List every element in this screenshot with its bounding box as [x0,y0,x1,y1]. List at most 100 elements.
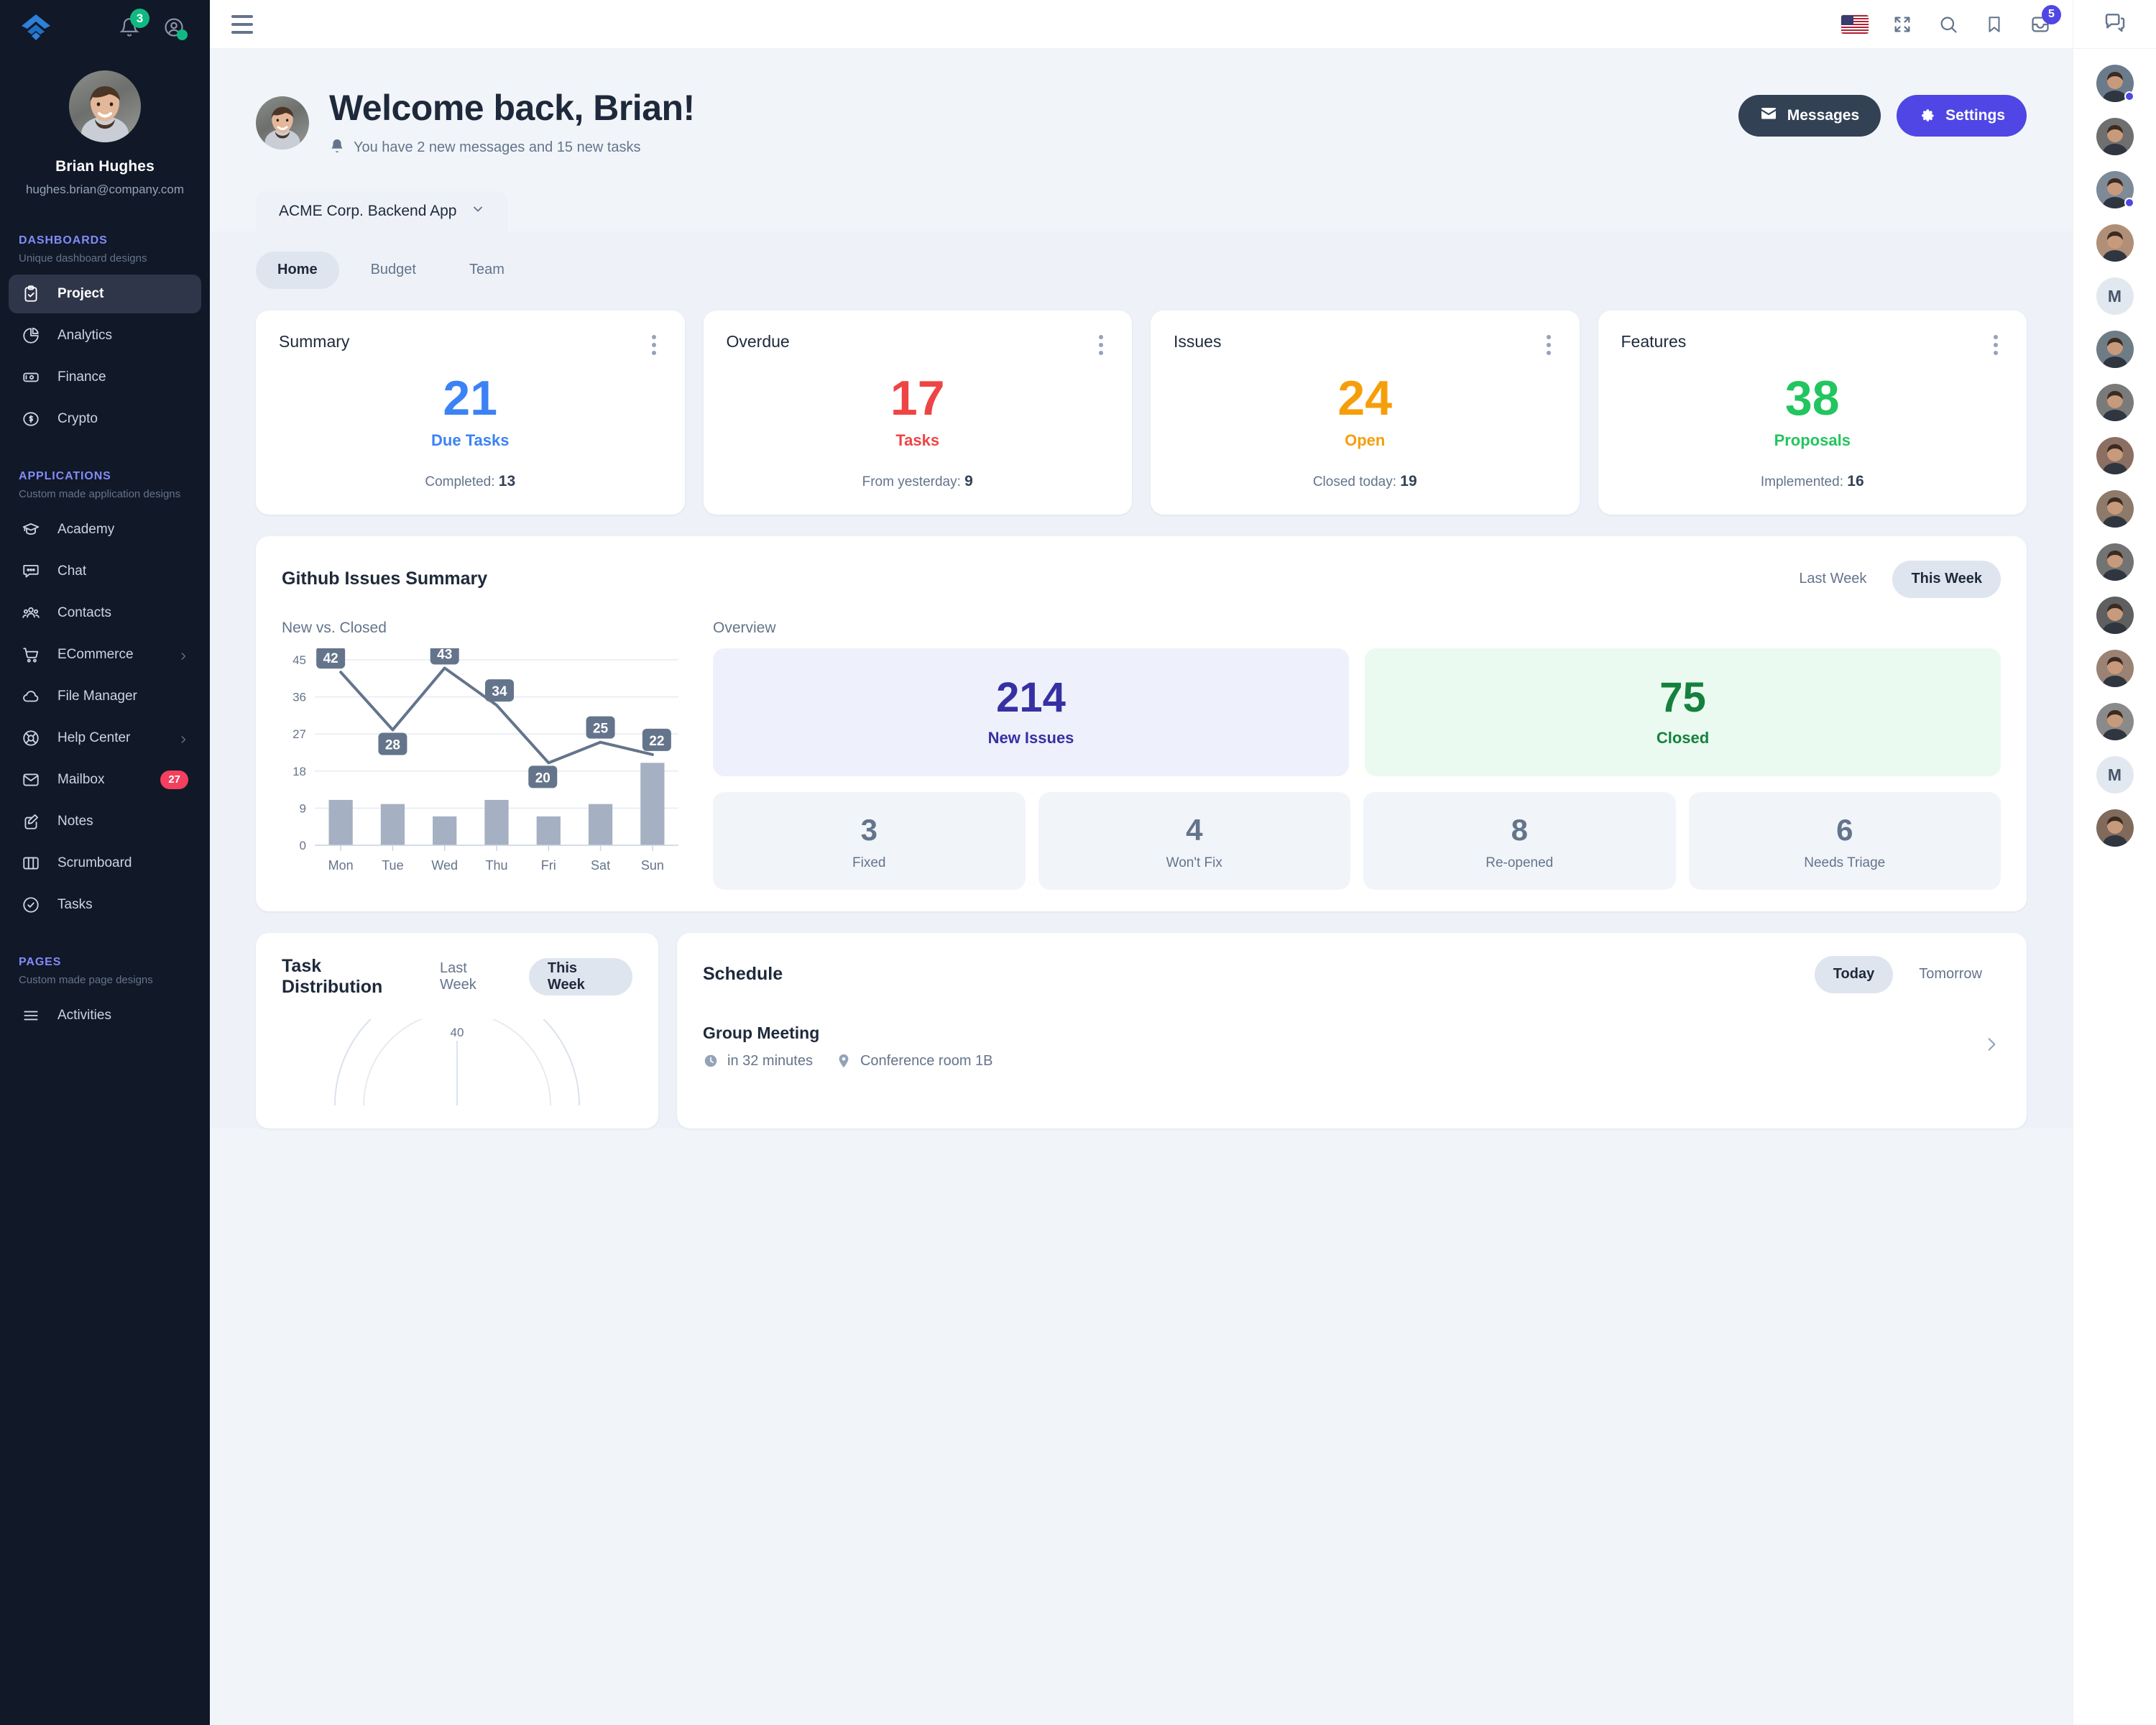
task-distribution-range-toggle: Last Week This Week [421,957,632,995]
contact-avatar[interactable] [2096,331,2134,368]
sidebar-item-activities[interactable]: Activities [9,996,201,1035]
contacts-list: M M [2096,49,2134,847]
account-button[interactable] [160,13,188,42]
avatar [2096,809,2134,847]
sidebar-item-file-manager[interactable]: File Manager [9,677,201,716]
contact-avatar[interactable] [2096,597,2134,634]
sidebar-item-notes[interactable]: Notes [9,802,201,841]
chevron-right-icon [178,733,188,743]
stat-card: Issues 24 Open Closed today: 19 [1151,310,1580,515]
project-selector[interactable]: ACME Corp. Backend App [256,190,509,231]
contact-avatar[interactable] [2096,543,2134,581]
cloud-icon [22,687,40,706]
graduation-cap-icon [22,520,40,539]
github-range-last-week[interactable]: Last Week [1780,561,1885,598]
sidebar-section-subtitle: Custom made page designs [19,974,153,986]
stat-card-menu-button[interactable] [1988,332,2004,358]
sidebar-item-contacts[interactable]: Contacts [9,594,201,632]
inbox-icon[interactable]: 5 [2028,4,2061,37]
settings-button-label: Settings [1945,107,2005,124]
bottom-row: Task Distribution Last Week This Week 40 [210,911,2073,1128]
avatar [2096,490,2134,528]
sidebar-item-tasks[interactable]: Tasks [9,886,201,924]
us-flag-icon[interactable] [1841,14,1869,34]
schedule-range-today[interactable]: Today [1814,955,1894,993]
github-range-this-week[interactable]: This Week [1892,560,2001,598]
sidebar-item-badge: 27 [160,770,188,789]
sidebar-section-title: PAGES [19,956,62,968]
contact-avatar[interactable] [2096,384,2134,421]
svg-text:36: 36 [292,690,306,704]
contact-avatar[interactable] [2096,118,2134,155]
chevron-down-icon [471,202,485,221]
sidebar-item-project[interactable]: Project [9,275,201,313]
schedule-title: Schedule [703,964,783,984]
sidebar-item-finance[interactable]: Finance [9,358,201,397]
chat-panel-toggle[interactable] [2073,0,2156,49]
stat-card: Summary 21 Due Tasks Completed: 13 [256,310,685,515]
stat-card-menu-button[interactable] [1093,332,1109,358]
search-icon[interactable] [1936,12,1961,37]
contact-avatar[interactable] [2096,437,2134,474]
inbox-badge: 5 [2042,4,2061,24]
contact-avatar[interactable] [2096,703,2134,740]
messages-button-label: Messages [1787,107,1860,124]
sidebar-section-title: DASHBOARDS [19,234,108,247]
contact-avatar[interactable] [2096,224,2134,262]
chevron-right-icon[interactable] [1982,1032,2001,1060]
toggle-label: Last Week [1799,571,1867,586]
app-logo-icon[interactable] [19,10,53,45]
fullscreen-icon[interactable] [1890,12,1915,37]
task-range-this-week[interactable]: This Week [528,957,632,995]
schedule-range-toggle: Today Tomorrow [1814,955,2001,993]
contact-avatar[interactable] [2096,490,2134,528]
overview-small-label: Re-opened [1485,855,1554,870]
stat-card-menu-button[interactable] [646,332,662,358]
avatar [2096,224,2134,262]
contact-avatar[interactable]: M [2096,756,2134,794]
github-issues-card: Github Issues Summary Last Week This Wee… [256,535,2027,911]
sidebar-item-academy[interactable]: Academy [9,510,201,549]
hamburger-icon[interactable] [231,14,253,34]
sidebar-section-subtitle: Unique dashboard designs [19,252,147,264]
sidebar-section-items: Academy Chat Contacts ECommerce File Man… [0,510,210,924]
sidebar-item-chat[interactable]: Chat [9,552,201,591]
contact-avatar[interactable] [2096,171,2134,208]
settings-button[interactable]: Settings [1897,95,2027,137]
svg-text:45: 45 [292,653,306,667]
overview-small-card: 8 Re-opened [1363,791,1676,890]
overview-big-card: 214 New Issues [713,648,1349,776]
contact-avatar[interactable]: M [2096,277,2134,315]
tab-team[interactable]: Team [448,252,526,289]
sidebar-item-label: Notes [57,814,93,829]
notifications-button[interactable]: 3 [115,9,149,42]
welcome-header: Welcome back, Brian! You have 2 new mess… [210,49,2073,158]
radar-top-tick: 40 [451,1026,464,1039]
sidebar-item-mailbox[interactable]: Mailbox 27 [9,760,201,799]
sidebar-item-ecommerce[interactable]: ECommerce [9,635,201,674]
sidebar-item-scrumboard[interactable]: Scrumboard [9,844,201,883]
sidebar-item-crypto[interactable]: Crypto [9,400,201,438]
sidebar-section-items: Project Analytics Finance Crypto [0,275,210,438]
contact-avatar[interactable] [2096,809,2134,847]
stat-card-value: 24 [1337,370,1393,426]
avatar-initial: M [2096,756,2134,794]
task-distribution-title: Task Distribution [282,955,383,997]
tab-home[interactable]: Home [256,251,339,289]
bookmark-icon[interactable] [1982,12,2007,37]
schedule-item[interactable]: Group Meeting in 32 minutes Conference r… [703,1024,2001,1070]
overview-small-card: 3 Fixed [713,791,1026,890]
messages-button[interactable]: Messages [1738,95,1881,137]
stat-card: Overdue 17 Tasks From yesterday: 9 [703,310,1132,515]
sidebar-item-help-center[interactable]: Help Center [9,719,201,758]
tab-budget[interactable]: Budget [349,252,438,289]
stat-card-footer: Closed today: 19 [1312,472,1417,489]
contact-avatar[interactable] [2096,65,2134,102]
stat-card-menu-button[interactable] [1541,332,1557,358]
stat-card-value: 38 [1784,370,1840,426]
task-range-last-week[interactable]: Last Week [421,958,522,995]
dashboard-panel: Home Budget Team Summary 21 Due Tasks Co… [210,231,2073,1128]
sidebar-item-analytics[interactable]: Analytics [9,316,201,355]
contact-avatar[interactable] [2096,650,2134,687]
schedule-range-tomorrow[interactable]: Tomorrow [1900,956,2001,993]
